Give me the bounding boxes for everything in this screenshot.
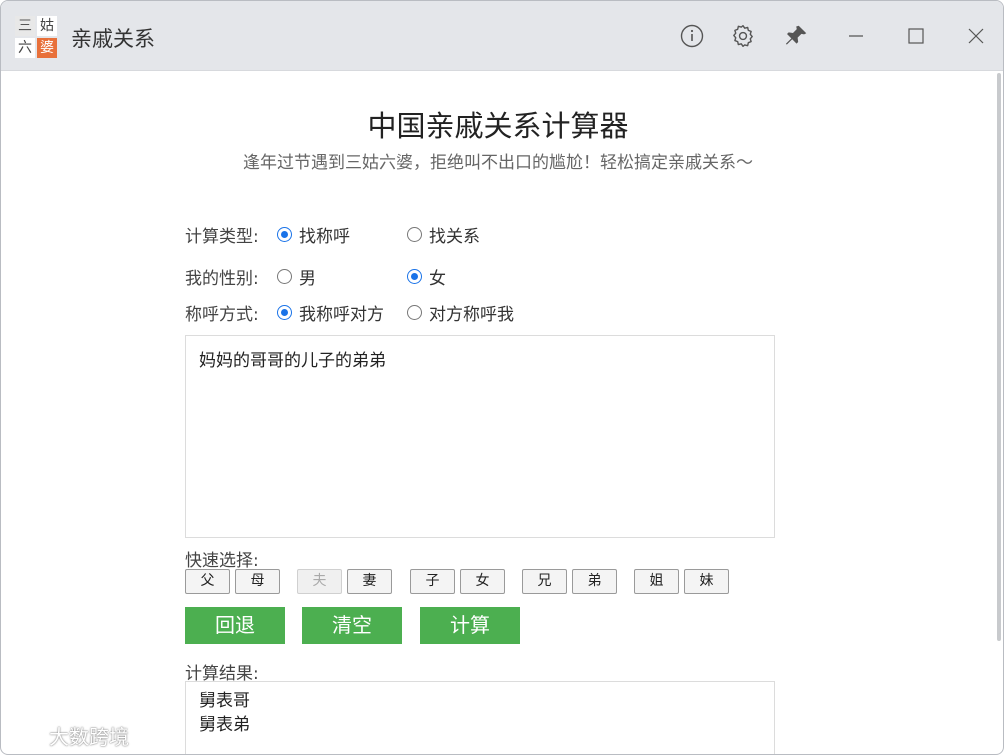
- quick-button-wife[interactable]: 妻: [347, 569, 392, 594]
- radio-dot: [407, 269, 422, 284]
- radio-dot: [277, 269, 292, 284]
- pin-icon: [785, 25, 807, 45]
- quick-button-husband: 夫: [297, 569, 342, 594]
- calc-type-label: 计算类型:: [185, 227, 259, 247]
- quick-button-mother[interactable]: 母: [235, 569, 280, 594]
- page-title: 中国亲戚关系计算器: [367, 109, 629, 143]
- radio-label: 找关系: [429, 227, 480, 247]
- scrollbar[interactable]: [997, 73, 1001, 641]
- gender-label: 我的性别:: [185, 269, 259, 289]
- radio-label: 我称呼对方: [299, 305, 384, 325]
- settings-button[interactable]: [728, 21, 758, 51]
- calculate-button[interactable]: 计算: [420, 607, 520, 644]
- radio-label: 对方称呼我: [429, 305, 514, 325]
- info-button[interactable]: [677, 21, 707, 51]
- app-window: 三 姑 六 婆 亲戚关系 中国亲戚关系计算器 逢年过节遇到三姑六婆，拒绝叫不出口…: [0, 0, 1004, 755]
- radio-label: 找称呼: [299, 227, 350, 247]
- app-logo: 三 姑 六 婆: [15, 16, 57, 58]
- radio-male[interactable]: 男: [277, 264, 316, 289]
- quick-button-elder-brother[interactable]: 兄: [522, 569, 567, 594]
- back-button[interactable]: 回退: [185, 607, 285, 644]
- logo-char: 姑: [37, 16, 57, 36]
- watermark-logo-icon: [9, 725, 41, 747]
- result-line: 舅表哥: [199, 691, 250, 711]
- radio-dot: [407, 305, 422, 320]
- watermark-text: 大数跨境: [49, 725, 129, 749]
- minimize-button[interactable]: [841, 21, 871, 51]
- app-title: 亲戚关系: [71, 27, 155, 51]
- result-output: 舅表哥 舅表弟: [185, 681, 775, 754]
- gear-icon: [733, 25, 753, 47]
- quick-button-father[interactable]: 父: [185, 569, 230, 594]
- close-button[interactable]: [961, 21, 991, 51]
- minimize-icon: [849, 35, 863, 37]
- pin-button[interactable]: [781, 21, 811, 51]
- quick-select-label: 快速选择:: [185, 551, 259, 571]
- title-bar: 三 姑 六 婆 亲戚关系: [1, 1, 1003, 71]
- close-icon: [968, 28, 984, 44]
- maximize-button[interactable]: [901, 21, 931, 51]
- radio-dot: [277, 305, 292, 320]
- radio-label: 女: [429, 269, 446, 289]
- radio-dot: [277, 227, 292, 242]
- radio-find-relation[interactable]: 找关系: [407, 222, 480, 247]
- radio-find-title[interactable]: 找称呼: [277, 222, 350, 247]
- quick-button-daughter[interactable]: 女: [460, 569, 505, 594]
- quick-button-younger-brother[interactable]: 弟: [572, 569, 617, 594]
- info-icon: [680, 24, 704, 48]
- quick-button-younger-sister[interactable]: 妹: [684, 569, 729, 594]
- logo-char: 六: [15, 38, 35, 58]
- quick-button-son[interactable]: 子: [410, 569, 455, 594]
- logo-char: 婆: [37, 38, 57, 58]
- address-mode-label: 称呼方式:: [185, 305, 259, 325]
- quick-button-elder-sister[interactable]: 姐: [634, 569, 679, 594]
- result-line: 舅表弟: [199, 715, 250, 735]
- relation-input[interactable]: 妈妈的哥哥的儿子的弟弟: [185, 335, 775, 538]
- radio-dot: [407, 227, 422, 242]
- radio-i-call-them[interactable]: 我称呼对方: [277, 300, 384, 325]
- watermark: 大数跨境: [7, 721, 129, 750]
- radio-label: 男: [299, 269, 316, 289]
- page-subtitle: 逢年过节遇到三姑六婆，拒绝叫不出口的尴尬！轻松搞定亲戚关系～: [243, 153, 753, 173]
- clear-button[interactable]: 清空: [302, 607, 402, 644]
- logo-char: 三: [15, 16, 35, 36]
- radio-female[interactable]: 女: [407, 264, 446, 289]
- maximize-icon: [908, 28, 924, 44]
- radio-they-call-me[interactable]: 对方称呼我: [407, 300, 514, 325]
